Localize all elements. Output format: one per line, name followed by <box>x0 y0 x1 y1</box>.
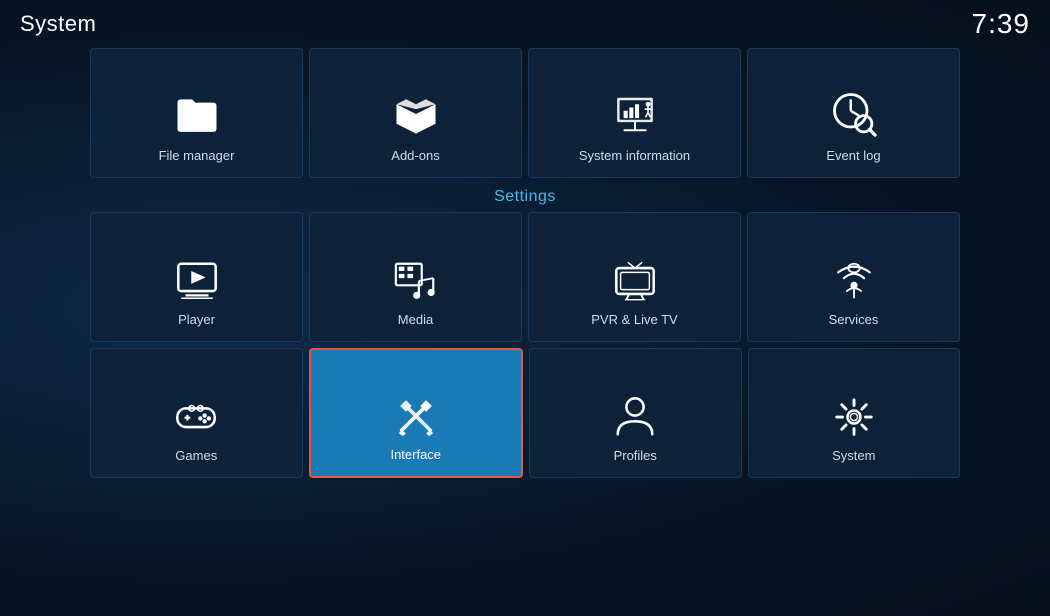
tile-media[interactable]: Media <box>309 212 522 342</box>
wifi-icon <box>831 258 877 304</box>
projector-icon <box>609 88 661 140</box>
tile-interface[interactable]: Interface <box>309 348 524 478</box>
tile-profiles[interactable]: Profiles <box>529 348 742 478</box>
tile-label-services: Services <box>829 312 879 327</box>
section-label: Settings <box>0 178 1050 212</box>
bottom-grid: Games Interface Profiles <box>0 348 1050 478</box>
tile-label-pvr-live-tv: PVR & Live TV <box>591 312 677 327</box>
tile-pvr-live-tv[interactable]: PVR & Live TV <box>528 212 741 342</box>
folder-icon <box>171 88 223 140</box>
tile-file-manager[interactable]: File manager <box>90 48 303 178</box>
clock-search-icon <box>828 88 880 140</box>
box-icon <box>390 88 442 140</box>
tile-system-information[interactable]: System information <box>528 48 741 178</box>
tile-player[interactable]: Player <box>90 212 303 342</box>
tile-label-games: Games <box>175 448 217 463</box>
tile-label-file-manager: File manager <box>159 148 235 163</box>
app-title: System <box>20 11 96 37</box>
settings-grid: Player Media <box>0 212 1050 342</box>
header: System 7:39 <box>0 0 1050 44</box>
tile-games[interactable]: Games <box>90 348 303 478</box>
tile-label-profiles: Profiles <box>614 448 657 463</box>
tile-label-system: System <box>832 448 875 463</box>
pencil-icon <box>393 393 439 439</box>
tile-event-log[interactable]: Event log <box>747 48 960 178</box>
top-tiles: File manager Add-ons <box>0 48 1050 178</box>
tile-label-event-log: Event log <box>826 148 880 163</box>
play-icon <box>174 258 220 304</box>
clock: 7:39 <box>972 8 1031 40</box>
media-icon <box>393 258 439 304</box>
gear-icon <box>831 394 877 440</box>
tile-system[interactable]: System <box>748 348 961 478</box>
person-icon <box>612 394 658 440</box>
page-wrapper: System 7:39 File manager Add-ons <box>0 0 1050 616</box>
tile-label-media: Media <box>398 312 433 327</box>
tile-label-system-information: System information <box>579 148 690 163</box>
tile-add-ons[interactable]: Add-ons <box>309 48 522 178</box>
tile-label-player: Player <box>178 312 215 327</box>
tile-services[interactable]: Services <box>747 212 960 342</box>
tv-icon <box>612 258 658 304</box>
tile-label-interface: Interface <box>390 447 441 462</box>
gamepad-icon <box>173 394 219 440</box>
tile-label-add-ons: Add-ons <box>391 148 439 163</box>
